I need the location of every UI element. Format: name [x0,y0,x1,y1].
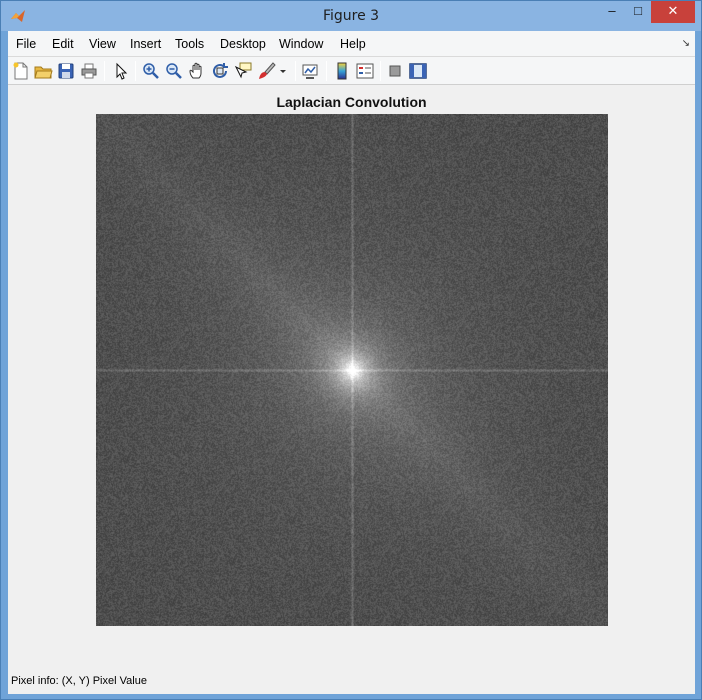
laplacian-spectrum-image[interactable] [96,114,608,626]
toolbar-separator [326,61,327,81]
rotate-3d-icon[interactable] [210,61,230,81]
title-bar[interactable]: Figure 3 – □ ✕ [1,1,701,31]
zoom-in-icon[interactable] [141,61,161,81]
figure-window: Figure 3 – □ ✕ File Edit View Insert Too… [0,0,702,700]
insert-colorbar-icon[interactable] [332,61,352,81]
menu-help[interactable]: Help [340,37,366,51]
link-plot-icon[interactable] [300,61,320,81]
toolbar-separator [295,61,296,81]
maximize-button[interactable]: □ [625,1,651,23]
new-figure-icon[interactable] [11,61,31,81]
pixel-info-status: Pixel info: (X, Y) Pixel Value [11,675,147,687]
figure-toolbar [8,57,695,85]
open-file-icon[interactable] [33,61,53,81]
minimize-button[interactable]: – [599,1,625,23]
spectrum-canvas[interactable] [96,114,608,626]
close-button[interactable]: ✕ [651,1,695,23]
menu-tools[interactable]: Tools [175,37,204,51]
menu-insert[interactable]: Insert [130,37,161,51]
dock-arrow-icon[interactable]: ↘ [682,38,690,49]
toolbar-separator [104,61,105,81]
insert-legend-icon[interactable] [355,61,375,81]
figure-client-area: File Edit View Insert Tools Desktop Wind… [8,31,695,694]
brush-icon[interactable] [256,61,276,81]
zoom-out-icon[interactable] [164,61,184,81]
menu-window[interactable]: Window [279,37,323,51]
brush-dropdown-icon[interactable] [278,61,288,81]
data-cursor-icon[interactable] [233,61,253,81]
plot-area: Laplacian Convolution Pixel info: (X, Y)… [8,86,695,694]
toolbar-separator [135,61,136,81]
save-icon[interactable] [56,61,76,81]
edit-plot-arrow-icon[interactable] [111,61,131,81]
menu-view[interactable]: View [89,37,116,51]
menu-desktop[interactable]: Desktop [220,37,266,51]
pan-hand-icon[interactable] [187,61,207,81]
hide-plot-tools-icon[interactable] [385,61,405,81]
menu-bar: File Edit View Insert Tools Desktop Wind… [8,31,695,57]
menu-file[interactable]: File [16,37,36,51]
print-icon[interactable] [79,61,99,81]
toolbar-separator [380,61,381,81]
menu-edit[interactable]: Edit [52,37,74,51]
window-title: Figure 3 [322,8,380,24]
show-plot-tools-icon[interactable] [408,61,428,81]
figure-title: Laplacian Convolution [276,94,427,110]
